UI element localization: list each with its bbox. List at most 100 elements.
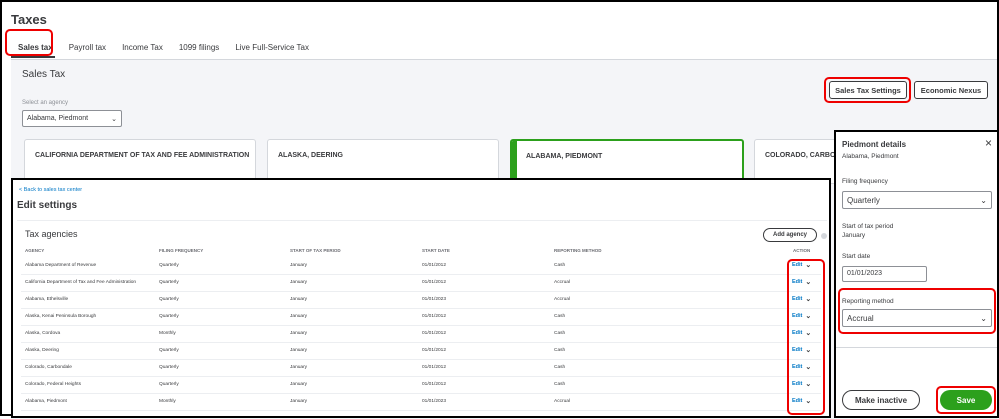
- start-date-field[interactable]: 01/01/2023: [842, 266, 927, 282]
- cell-period: January: [290, 331, 308, 336]
- cell-date: 01/01/2012: [422, 314, 447, 319]
- agency-select[interactable]: Alabama, Piedmont ⌄: [22, 110, 122, 127]
- tab-payroll-tax[interactable]: Payroll tax: [61, 40, 114, 58]
- tab-income-tax[interactable]: Income Tax: [114, 40, 171, 58]
- back-to-sales-tax-link[interactable]: < Back to sales tax center: [19, 187, 82, 193]
- table-row: Colorado, Federal Heights Quarterly Janu…: [21, 377, 821, 394]
- cell-agency: California Department of Tax and Fee Adm…: [25, 280, 137, 285]
- cell-frequency: Quarterly: [159, 348, 179, 353]
- tab-live-full-service-tax[interactable]: Live Full-Service Tax: [227, 40, 317, 58]
- highlight-edit-actions: [787, 259, 825, 415]
- tab-1099-filings[interactable]: 1099 filings: [171, 40, 227, 58]
- economic-nexus-button[interactable]: Economic Nexus: [914, 81, 988, 99]
- column-header-action: ACTION: [793, 248, 811, 253]
- cell-method: Cash: [554, 263, 566, 268]
- agency-select-label: Select an agency: [22, 100, 69, 106]
- tax-agencies-table: Tax agencies Add agency AGENCY FILING FR…: [17, 220, 827, 416]
- panel-divider: [836, 347, 997, 348]
- highlight-reporting-method: [838, 288, 996, 334]
- cell-period: January: [290, 263, 308, 268]
- agency-details-panel: Piedmont details Alabama, Piedmont × Fil…: [834, 130, 999, 418]
- cell-agency: Alabama, Piedmont: [25, 399, 67, 404]
- cell-agency: Colorado, Carbondale: [25, 365, 72, 370]
- cell-method: Cash: [554, 348, 566, 353]
- add-agency-button[interactable]: Add agency: [763, 228, 817, 242]
- table-row: Alaska, Deering Quarterly January 01/01/…: [21, 343, 821, 360]
- cell-period: January: [290, 365, 308, 370]
- cell-frequency: Quarterly: [159, 280, 179, 285]
- column-header-agency: AGENCY: [25, 248, 45, 253]
- table-row: California Department of Tax and Fee Adm…: [21, 275, 821, 292]
- app-window: Taxes Sales tax Payroll tax Income Tax 1…: [0, 0, 999, 419]
- cell-agency: Alaska, Kenai Peninsula Borough: [25, 314, 97, 319]
- chevron-down-icon: ⌄: [980, 195, 987, 205]
- details-subtitle: Alabama, Piedmont: [842, 153, 899, 160]
- sales-tax-heading: Sales Tax: [22, 69, 66, 80]
- page-title: Taxes: [11, 12, 47, 27]
- cell-agency: Alabama Department of Revenue: [25, 263, 97, 268]
- start-date-label: Start date: [842, 253, 871, 260]
- close-icon[interactable]: ×: [985, 136, 992, 150]
- cell-frequency: Quarterly: [159, 314, 179, 319]
- cell-agency: Alaska, Cordova: [25, 331, 61, 336]
- cell-frequency: Monthly: [159, 399, 176, 404]
- edit-settings-panel: < Back to sales tax center Edit settings…: [11, 178, 831, 418]
- cell-agency: Alabama, Ethelsville: [25, 297, 69, 302]
- edit-settings-title: Edit settings: [17, 200, 78, 211]
- cell-period: January: [290, 297, 308, 302]
- table-row: Alaska, Cordova Monthly January 01/01/20…: [21, 326, 821, 343]
- chevron-down-icon: ⌄: [111, 115, 117, 123]
- cell-date: 01/01/2012: [422, 263, 447, 268]
- table-row: Colorado, Carbondale Quarterly January 0…: [21, 360, 821, 377]
- cell-method: Cash: [554, 314, 566, 319]
- cell-method: Cash: [554, 331, 566, 336]
- cell-frequency: Quarterly: [159, 382, 179, 387]
- table-row: Alabama, Ethelsville Quarterly January 0…: [21, 292, 821, 309]
- filing-frequency-value: Quarterly: [847, 195, 880, 205]
- settings-dot-icon: [821, 233, 827, 239]
- cell-period: January: [290, 280, 308, 285]
- table-row: Alabama, Piedmont Monthly January 01/01/…: [21, 394, 821, 411]
- cell-agency: Alaska, Deering: [25, 348, 59, 353]
- column-header-reporting-method: REPORTING METHOD: [554, 248, 602, 253]
- start-period-label: Start of tax period: [842, 223, 894, 230]
- highlight-settings-button: [824, 77, 911, 103]
- highlight-sales-tax-tab: [5, 29, 53, 56]
- cell-date: 01/01/2023: [422, 399, 447, 404]
- table-row: Alabama Department of Revenue Quarterly …: [21, 258, 821, 275]
- make-inactive-button[interactable]: Make inactive: [842, 390, 920, 410]
- highlight-save-button: [936, 386, 996, 414]
- column-header-start-date: START DATE: [422, 248, 450, 253]
- cell-period: January: [290, 348, 308, 353]
- cell-method: Accrual: [554, 280, 570, 285]
- tab-bar: Sales tax Payroll tax Income Tax 1099 fi…: [10, 40, 317, 58]
- start-period-value: January: [842, 232, 866, 239]
- agency-select-value: Alabama, Piedmont: [27, 115, 89, 122]
- cell-method: Accrual: [554, 399, 570, 404]
- cell-date: 01/01/2012: [422, 280, 447, 285]
- table-row: Alaska, Kenai Peninsula Borough Quarterl…: [21, 309, 821, 326]
- cell-method: Cash: [554, 382, 566, 387]
- cell-method: Cash: [554, 365, 566, 370]
- cell-frequency: Quarterly: [159, 365, 179, 370]
- column-header-filing-frequency: FILING FREQUENCY: [159, 248, 204, 253]
- active-tab-indicator: [11, 56, 55, 58]
- cell-date: 01/01/2012: [422, 331, 447, 336]
- column-header-start-of-tax-period: START OF TAX PERIOD: [290, 248, 341, 253]
- details-title: Piedmont details: [842, 140, 907, 149]
- filing-frequency-select[interactable]: Quarterly ⌄: [842, 191, 992, 209]
- cell-period: January: [290, 382, 308, 387]
- cell-period: January: [290, 399, 308, 404]
- cell-period: January: [290, 314, 308, 319]
- cell-date: 01/01/2012: [422, 348, 447, 353]
- cell-frequency: Quarterly: [159, 263, 179, 268]
- cell-date: 01/01/2023: [422, 297, 447, 302]
- cell-frequency: Monthly: [159, 331, 176, 336]
- filing-frequency-label: Filing frequency: [842, 178, 888, 185]
- cell-agency: Colorado, Federal Heights: [25, 382, 81, 387]
- cell-date: 01/01/2012: [422, 382, 447, 387]
- tax-agencies-heading: Tax agencies: [25, 229, 78, 239]
- cell-method: Accrual: [554, 297, 570, 302]
- cell-date: 01/01/2012: [422, 365, 447, 370]
- cell-frequency: Quarterly: [159, 297, 179, 302]
